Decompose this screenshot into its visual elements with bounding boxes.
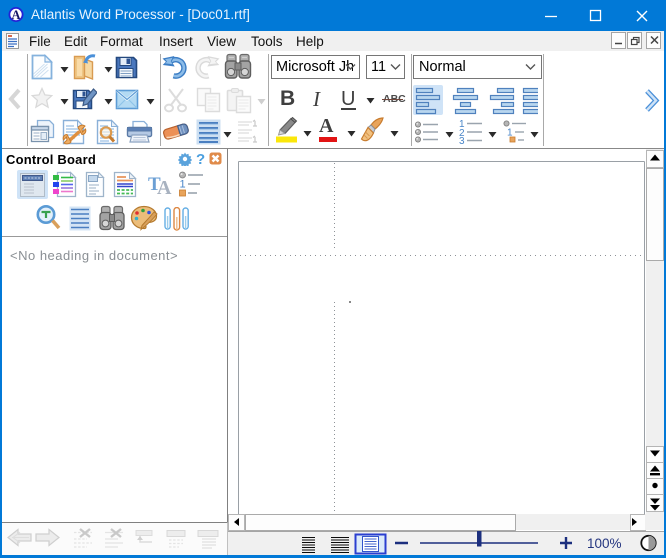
svg-text:A: A	[11, 8, 20, 22]
svg-text:3: 3	[459, 136, 465, 144]
svg-text:A: A	[157, 177, 172, 197]
svg-text:1: 1	[180, 179, 186, 191]
svg-text:100%: 100%	[587, 536, 622, 551]
